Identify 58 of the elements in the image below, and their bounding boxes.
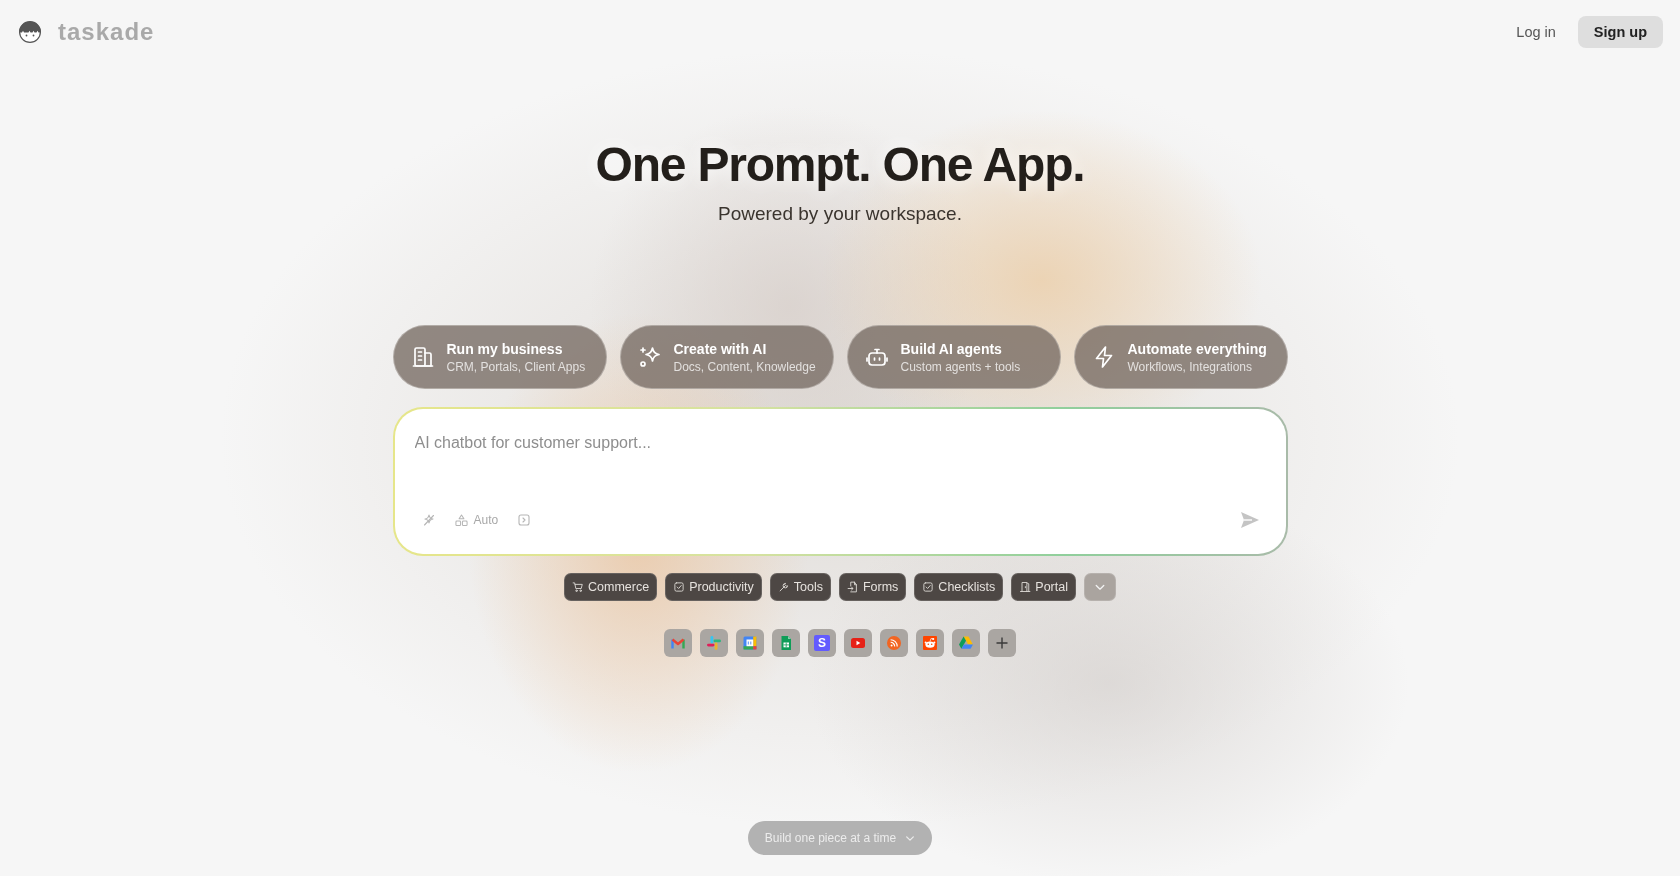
sparkle-icon[interactable] xyxy=(422,514,435,526)
checkbox-icon xyxy=(673,581,686,593)
cart-icon xyxy=(572,581,584,593)
signup-button[interactable]: Sign up xyxy=(1577,16,1663,48)
card-title: Build AI agents xyxy=(900,340,1003,357)
hash-logo-icon xyxy=(706,635,722,651)
integration-button[interactable] xyxy=(664,629,692,657)
mascot-logo-icon xyxy=(18,20,42,44)
chevron-down-icon xyxy=(1095,583,1105,591)
logo-text: taskade xyxy=(58,18,155,46)
integration-button[interactable] xyxy=(772,629,800,657)
letter-logo: S xyxy=(814,635,830,651)
page-title: One Prompt. One App. xyxy=(595,137,1085,193)
category-card[interactable]: Run my business CRM, Portals, Client Apps xyxy=(392,325,607,389)
triangle-logo-icon xyxy=(958,635,974,651)
page-subtitle: Powered by your workspace. xyxy=(718,202,962,226)
door-icon xyxy=(1019,581,1032,593)
template-chip[interactable]: Productivity xyxy=(665,573,762,601)
template-chip[interactable]: Tools xyxy=(769,573,831,601)
card-subtitle: Docs, Content, Knowledge xyxy=(673,359,816,374)
login-link[interactable]: Log in xyxy=(1508,18,1564,46)
document-icon xyxy=(846,581,859,593)
alien-logo-icon xyxy=(922,635,938,651)
send-icon[interactable] xyxy=(1239,511,1260,529)
integration-button[interactable] xyxy=(700,629,728,657)
shapes-icon xyxy=(454,513,468,527)
checkbox-icon xyxy=(922,581,935,593)
chevron-square-icon[interactable] xyxy=(518,514,531,526)
integration-button[interactable] xyxy=(880,629,908,657)
integration-button[interactable]: S xyxy=(808,629,836,657)
template-chip[interactable]: Portal xyxy=(1011,573,1076,601)
card-subtitle: CRM, Portals, Client Apps xyxy=(446,359,586,374)
template-chip[interactable]: Forms xyxy=(838,573,907,601)
category-card[interactable]: Create with AI Docs, Content, Knowledge xyxy=(619,325,834,389)
more-button[interactable] xyxy=(1084,573,1116,601)
chevron-down-icon xyxy=(905,834,916,842)
prompt-input[interactable]: AI chatbot for customer support... xyxy=(414,433,1266,509)
integration-button[interactable] xyxy=(916,629,944,657)
template-chip[interactable]: Checklists xyxy=(914,573,1004,601)
integration-button[interactable] xyxy=(736,629,764,657)
card-subtitle: Workflows, Integrations xyxy=(1127,359,1253,374)
card-title: Run my business xyxy=(446,340,564,357)
integration-button[interactable] xyxy=(952,629,980,657)
calendar-icon xyxy=(742,635,758,651)
sparkles-icon xyxy=(637,345,662,369)
card-subtitle: Custom agents + tools xyxy=(900,359,1021,374)
rss-icon xyxy=(886,635,902,651)
template-chip[interactable]: Commerce xyxy=(564,573,658,601)
category-card[interactable]: Automate everything Workflows, Integrations xyxy=(1073,325,1288,389)
card-title: Automate everything xyxy=(1127,340,1267,357)
category-card[interactable]: Build AI agents Custom agents + tools xyxy=(846,325,1061,389)
building-icon xyxy=(410,345,435,369)
wrench-icon xyxy=(777,581,790,593)
integration-button[interactable] xyxy=(844,629,872,657)
plus-icon xyxy=(994,635,1010,651)
integration-button[interactable] xyxy=(988,629,1016,657)
card-title: Create with AI xyxy=(673,340,768,357)
video-play-icon xyxy=(850,635,866,651)
